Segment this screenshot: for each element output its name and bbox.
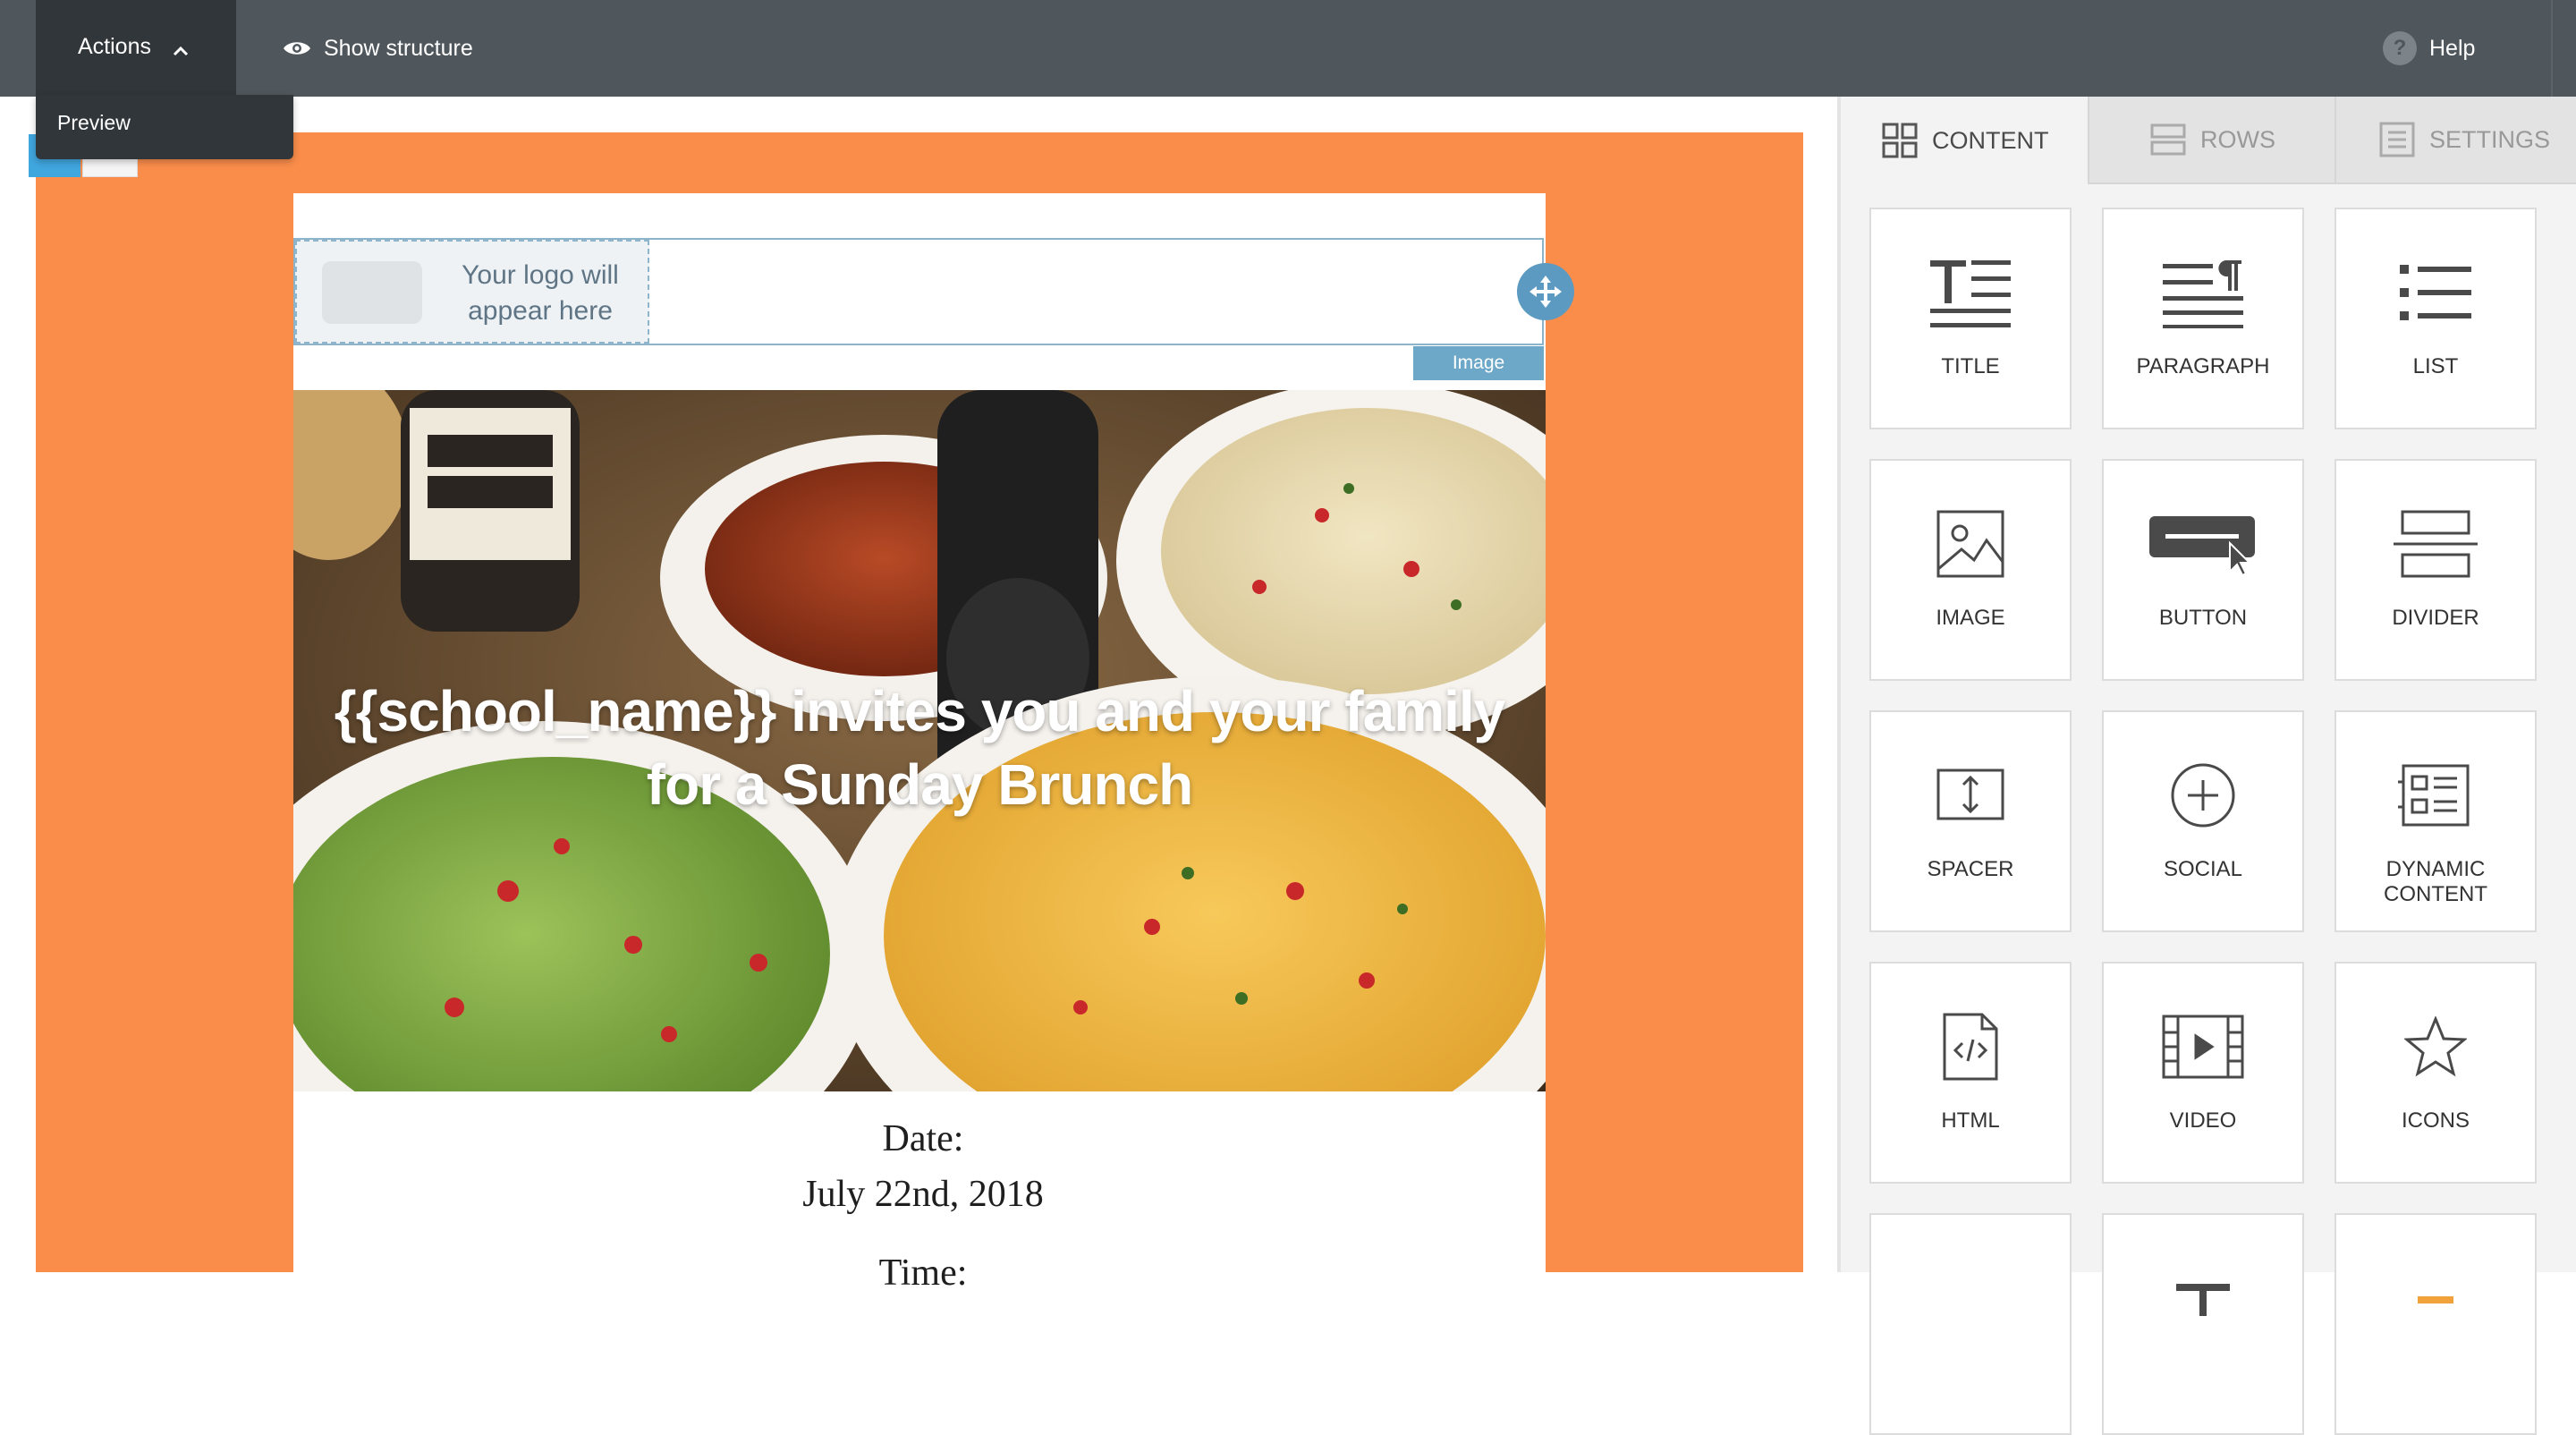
- event-details-text[interactable]: Date: July 22nd, 2018 Time:: [293, 1111, 1553, 1301]
- actions-button[interactable]: Actions: [36, 0, 236, 97]
- date-value: July 22nd, 2018: [802, 1174, 1044, 1215]
- chevron-up-icon: [172, 38, 190, 64]
- text-icon: [2104, 1258, 2302, 1338]
- content-grid-icon: [1882, 123, 1918, 158]
- star-icon: [2336, 1006, 2535, 1087]
- tab-rows-label: ROWS: [2200, 125, 2275, 153]
- hero-headline: {{school_name}} invites you and your fam…: [334, 679, 1506, 817]
- tab-rows[interactable]: ROWS: [2088, 97, 2334, 184]
- block-extra-3[interactable]: [2334, 1213, 2537, 1435]
- accent-icon: [2336, 1265, 2535, 1346]
- html-icon: [1871, 1006, 2070, 1087]
- eye-icon: [283, 38, 311, 58]
- time-label: Time:: [878, 1252, 968, 1294]
- dynamic-content-icon: [2336, 755, 2535, 836]
- help-label: Help: [2429, 35, 2476, 61]
- list-icon: [2336, 252, 2535, 333]
- logo-placeholder-graphic: [322, 261, 422, 324]
- toolbar-divider: [2551, 0, 2553, 97]
- block-html[interactable]: HTML: [1869, 962, 2072, 1184]
- block-title-label: TITLE: [1941, 354, 2000, 378]
- block-button[interactable]: BUTTON: [2102, 459, 2304, 681]
- content-sidebar: CONTENT ROWS SETTINGS TITLE PARAGRAPH LI…: [1837, 97, 2576, 1435]
- block-type-tag: Image: [1413, 346, 1544, 380]
- block-video[interactable]: VIDEO: [2102, 962, 2304, 1184]
- logo-placeholder[interactable]: Your logo will appear here: [295, 240, 649, 344]
- menu-item-preview[interactable]: Preview: [57, 111, 131, 135]
- block-spacer-label: SPACER: [1927, 857, 2014, 881]
- block-icons[interactable]: ICONS: [2334, 962, 2537, 1184]
- block-html-label: HTML: [1941, 1108, 2000, 1133]
- title-icon: [1871, 252, 2070, 333]
- block-icons-label: ICONS: [2401, 1108, 2470, 1133]
- block-dynamic-content[interactable]: DYNAMIC CONTENT: [2334, 710, 2537, 932]
- block-image[interactable]: IMAGE: [1869, 459, 2072, 681]
- tab-settings-label: SETTINGS: [2429, 125, 2551, 153]
- block-paragraph-label: PARAGRAPH: [2136, 354, 2270, 378]
- button-icon: [2104, 504, 2302, 584]
- help-icon: ?: [2383, 31, 2417, 65]
- show-structure-label: Show structure: [324, 35, 473, 61]
- image-icon: [1871, 504, 2070, 584]
- block-extra-1[interactable]: [1869, 1213, 2072, 1435]
- block-video-label: VIDEO: [2169, 1108, 2237, 1133]
- move-handle-icon[interactable]: [1517, 263, 1574, 320]
- show-structure-button[interactable]: Show structure: [283, 33, 473, 64]
- block-list-label: LIST: [2412, 354, 2459, 378]
- tab-settings[interactable]: SETTINGS: [2334, 97, 2576, 184]
- hero-image[interactable]: {{school_name}} invites you and your fam…: [293, 390, 1546, 1091]
- divider-icon: [2336, 504, 2535, 584]
- block-image-label: IMAGE: [1936, 606, 2005, 630]
- block-button-label: BUTTON: [2158, 606, 2248, 630]
- spacer-icon: [1871, 755, 2070, 836]
- block-title[interactable]: TITLE: [1869, 208, 2072, 429]
- logo-placeholder-text: Your logo will appear here: [462, 260, 619, 326]
- block-social-label: SOCIAL: [2163, 857, 2243, 881]
- block-extra-2[interactable]: [2102, 1213, 2304, 1435]
- block-dynamic-content-label: DYNAMIC CONTENT: [2384, 857, 2487, 906]
- paragraph-icon: [2104, 252, 2302, 333]
- block-paragraph[interactable]: PARAGRAPH: [2102, 208, 2304, 429]
- rows-icon: [2150, 122, 2186, 157]
- help-button[interactable]: ? Help: [2383, 30, 2475, 66]
- actions-label: Actions: [78, 34, 151, 59]
- tab-content[interactable]: CONTENT: [1841, 97, 2088, 184]
- social-icon: [2104, 755, 2302, 836]
- actions-dropdown-menu: Preview: [36, 95, 293, 159]
- block-divider-label: DIVIDER: [2392, 606, 2479, 630]
- settings-icon: [2379, 122, 2415, 157]
- tab-content-label: CONTENT: [1932, 126, 2049, 154]
- block-list[interactable]: LIST: [2334, 208, 2537, 429]
- video-icon: [2104, 1006, 2302, 1087]
- block-divider[interactable]: DIVIDER: [2334, 459, 2537, 681]
- block-social[interactable]: SOCIAL: [2102, 710, 2304, 932]
- top-toolbar: Actions Show structure ? Help: [0, 0, 2576, 97]
- date-label: Date:: [882, 1118, 964, 1159]
- block-spacer[interactable]: SPACER: [1869, 710, 2072, 932]
